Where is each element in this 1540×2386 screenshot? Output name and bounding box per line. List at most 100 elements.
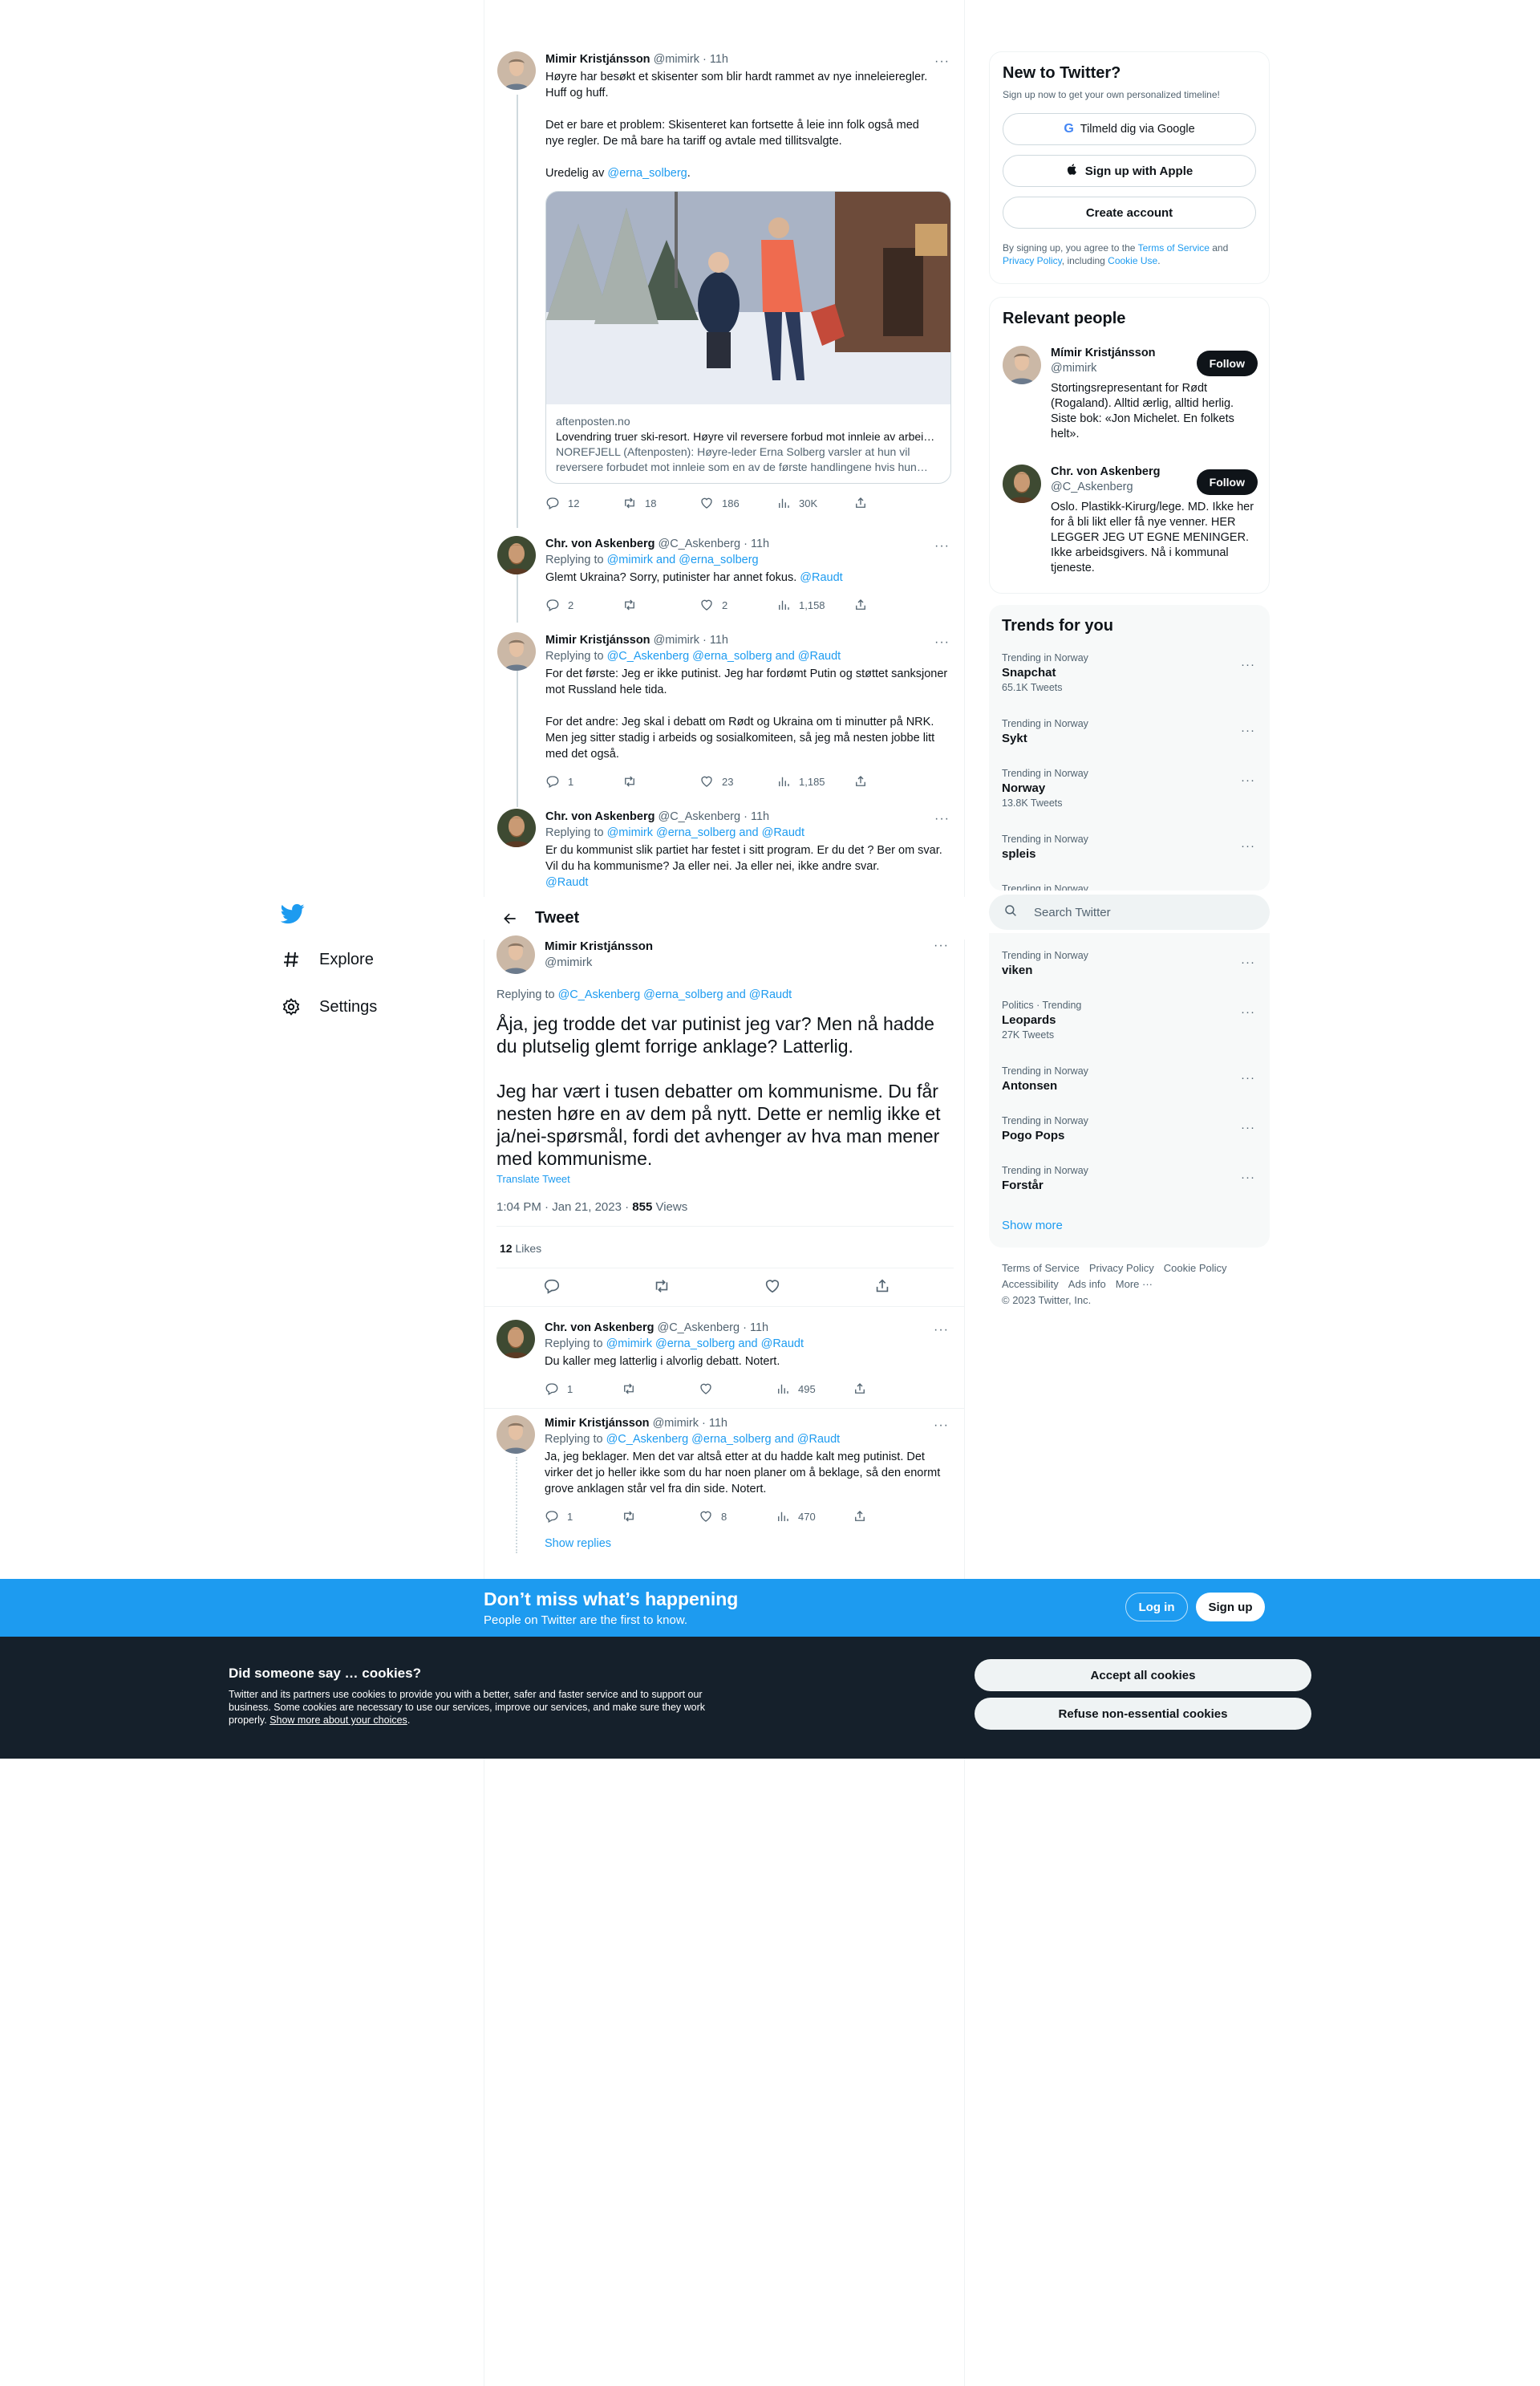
refuse-cookies-button[interactable]: Refuse non-essential cookies	[975, 1698, 1311, 1730]
mention-link[interactable]: @Raudt	[545, 876, 588, 889]
trend-item[interactable]: Trending in Norway Antonsen ···	[989, 1065, 1270, 1094]
footer-link[interactable]: Privacy Policy	[1089, 1262, 1154, 1274]
author-name[interactable]: Chr. von Askenberg	[545, 538, 654, 550]
cookie-choices-link[interactable]: Show more about your choices	[270, 1714, 407, 1726]
footer-link[interactable]: More ···	[1116, 1278, 1153, 1290]
twitter-logo-icon[interactable]	[280, 902, 306, 927]
like-button[interactable]: 23	[699, 774, 776, 789]
search-input[interactable]	[1034, 905, 1242, 919]
retweet-button[interactable]	[622, 1382, 699, 1396]
author-handle[interactable]: @mimirk	[653, 1417, 699, 1430]
author-handle[interactable]: @mimirk	[654, 53, 699, 66]
terms-link[interactable]: Terms of Service	[1138, 242, 1210, 254]
footer-link[interactable]: Accessibility	[1002, 1278, 1059, 1290]
author-handle[interactable]: @C_Askenberg	[657, 1321, 740, 1334]
reply-button[interactable]: 1	[545, 774, 622, 789]
share-button[interactable]	[853, 496, 930, 510]
reply-mentions[interactable]: @C_Askenberg @erna_solberg and @Raudt	[558, 988, 792, 1001]
trend-item[interactable]: Trending in Norway Forstår ···	[989, 1164, 1270, 1194]
heart-icon[interactable]	[764, 1277, 781, 1295]
person-card[interactable]: Chr. von Askenberg @C_Askenberg Follow O…	[1003, 465, 1258, 585]
footer-link[interactable]: Terms of Service	[1002, 1262, 1080, 1274]
like-button[interactable]: 8	[699, 1509, 776, 1524]
more-options-icon[interactable]: ···	[1241, 773, 1255, 787]
retweet-icon[interactable]	[653, 1277, 671, 1295]
avatar[interactable]	[497, 536, 536, 574]
author-handle[interactable]: @C_Askenberg	[658, 538, 740, 550]
person-name[interactable]: Mímir Kristjánsson	[1051, 346, 1156, 361]
person-handle[interactable]: @C_Askenberg	[1051, 480, 1160, 495]
timestamp[interactable]: · 11h	[744, 810, 769, 823]
avatar[interactable]	[496, 1320, 535, 1358]
accept-cookies-button[interactable]: Accept all cookies	[975, 1659, 1311, 1691]
tweet[interactable]: Chr. von Askenberg @C_Askenberg · 11h Re…	[496, 1320, 954, 1408]
more-options-icon[interactable]: ···	[934, 539, 950, 554]
trend-item[interactable]: Trending in Norway Snapchat 65.1K Tweets ·…	[989, 651, 1270, 695]
author-name[interactable]: Mimir Kristjánsson	[545, 53, 650, 66]
retweet-button[interactable]	[622, 774, 699, 789]
author-handle[interactable]: @C_Askenberg	[658, 810, 740, 823]
mention-link[interactable]: @Raudt	[800, 571, 842, 584]
cookie-use-link[interactable]: Cookie Use	[1108, 255, 1157, 266]
views-button[interactable]: 1,158	[776, 598, 853, 612]
more-options-icon[interactable]: ···	[1241, 1071, 1255, 1085]
timestamp[interactable]: · 11h	[702, 1417, 727, 1430]
retweet-button[interactable]: 18	[622, 496, 699, 510]
more-options-icon[interactable]: ···	[1241, 839, 1255, 853]
timestamp[interactable]: · 11h	[703, 634, 728, 647]
login-button[interactable]: Log in	[1125, 1593, 1188, 1621]
follow-button[interactable]: Follow	[1196, 469, 1258, 495]
author-name[interactable]: Mimir Kristjánsson	[545, 634, 650, 647]
avatar[interactable]	[497, 51, 536, 90]
link-card[interactable]: aftenposten.no Lovendring truer ski-reso…	[545, 191, 951, 484]
nav-settings[interactable]: Settings	[281, 996, 377, 1017]
views-button[interactable]: 495	[776, 1382, 853, 1396]
avatar[interactable]	[1003, 346, 1041, 384]
footer-link[interactable]: Ads info	[1068, 1278, 1106, 1290]
author-name[interactable]: Mimir Kristjánsson	[545, 939, 653, 955]
more-options-icon[interactable]: ···	[934, 55, 950, 69]
reply-button[interactable]: 1	[545, 1382, 622, 1396]
footer-link[interactable]: Cookie Policy	[1164, 1262, 1227, 1274]
tweet[interactable]: Chr. von Askenberg @C_Askenberg · 11h Re…	[497, 536, 954, 624]
person-name[interactable]: Chr. von Askenberg	[1051, 465, 1160, 480]
share-button[interactable]	[853, 1382, 930, 1396]
share-button[interactable]	[853, 774, 930, 789]
tweet[interactable]: Mimir Kristjánsson @mimirk · 11h Replyin…	[497, 632, 954, 793]
person-card[interactable]: Mímir Kristjánsson @mimirk Follow Storti…	[1003, 346, 1258, 450]
share-button[interactable]	[853, 1509, 930, 1524]
avatar[interactable]	[497, 809, 536, 847]
create-account-button[interactable]: Create account	[1003, 197, 1256, 229]
more-options-icon[interactable]: ···	[934, 812, 950, 826]
trend-item[interactable]: Trending in Norway Pogo Pops ···	[989, 1114, 1270, 1144]
more-options-icon[interactable]: ···	[934, 1323, 949, 1337]
views-button[interactable]: 470	[776, 1509, 853, 1524]
person-handle[interactable]: @mimirk	[1051, 361, 1156, 376]
more-options-icon[interactable]: ···	[1241, 1171, 1255, 1184]
avatar[interactable]	[497, 632, 536, 671]
share-button[interactable]	[853, 598, 930, 612]
follow-button[interactable]: Follow	[1196, 351, 1258, 376]
mention-link[interactable]: @erna_solberg	[607, 167, 687, 180]
reply-mentions[interactable]: @mimirk and @erna_solberg	[607, 554, 759, 566]
signup-button[interactable]: Sign up	[1196, 1593, 1265, 1621]
reply-mentions[interactable]: @C_Askenberg @erna_solberg and @Raudt	[606, 1433, 841, 1446]
like-button[interactable]	[699, 1382, 776, 1396]
avatar[interactable]	[496, 1415, 535, 1454]
author-handle[interactable]: @mimirk	[545, 955, 653, 971]
avatar[interactable]	[496, 935, 535, 974]
timestamp[interactable]: · 11h	[744, 538, 769, 550]
reply-icon[interactable]	[543, 1277, 561, 1295]
trend-item[interactable]: Trending in Norway viken ···	[989, 949, 1270, 979]
reply-mentions[interactable]: @C_Askenberg @erna_solberg and @Raudt	[607, 650, 841, 663]
reply-mentions[interactable]: @mimirk @erna_solberg and @Raudt	[606, 1337, 804, 1350]
more-options-icon[interactable]: ···	[1241, 658, 1255, 672]
author-handle[interactable]: @mimirk	[654, 634, 699, 647]
like-button[interactable]: 186	[699, 496, 776, 510]
author-name[interactable]: Mimir Kristjánsson	[545, 1417, 650, 1430]
timestamp[interactable]: · 11h	[703, 53, 728, 66]
timestamp[interactable]: · 11h	[743, 1321, 768, 1334]
tweet[interactable]: Mimir Kristjánsson @mimirk · 11h Replyin…	[496, 1415, 954, 1576]
retweet-button[interactable]	[622, 1509, 699, 1524]
tweet[interactable]: Chr. von Askenberg @C_Askenberg · 11h Re…	[497, 809, 954, 897]
